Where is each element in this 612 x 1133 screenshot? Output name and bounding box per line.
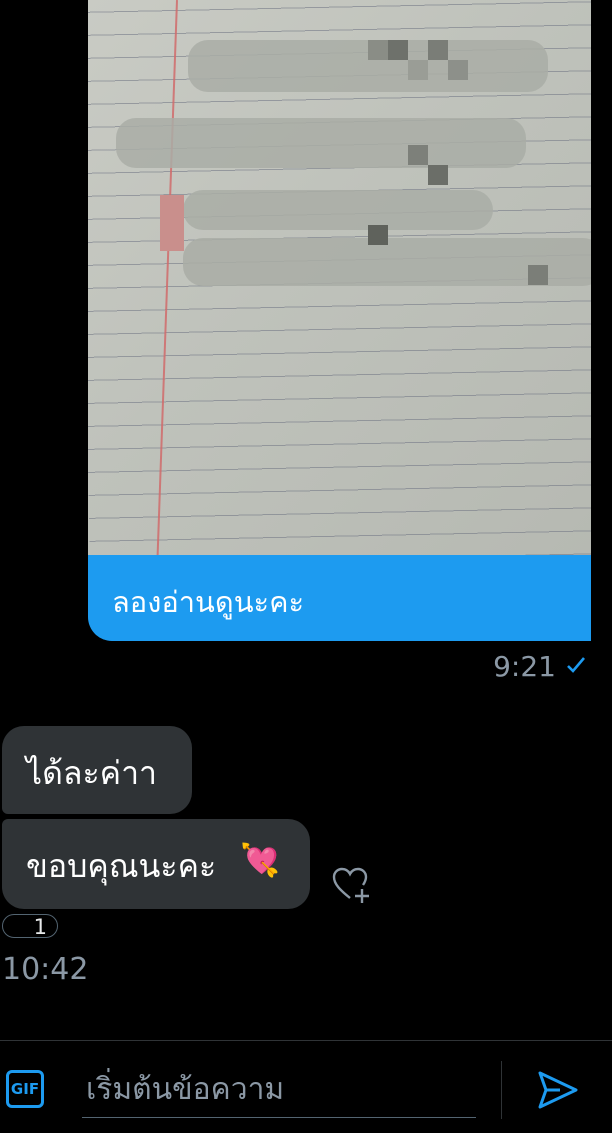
redacted-text — [183, 190, 493, 230]
sent-message-meta: 9:21 — [493, 650, 586, 683]
sent-time: 9:21 — [493, 650, 556, 683]
pixel-block — [408, 145, 428, 165]
reaction-count: 1 — [33, 915, 47, 939]
received-time: 10:42 — [2, 952, 89, 987]
received-message-bubble[interactable]: ได้ละค่าา — [2, 726, 192, 814]
reaction-count-badge[interactable]: 1 — [2, 914, 58, 939]
pixel-block — [368, 225, 388, 245]
redacted-text — [116, 118, 526, 168]
pixel-block — [408, 60, 428, 80]
sent-message-bubble[interactable]: ลองอ่านดูนะคะ — [88, 555, 591, 641]
pixel-block — [428, 165, 448, 185]
pixel-block — [528, 265, 548, 285]
received-message-text: ขอบคุณนะคะ — [26, 847, 217, 885]
message-input[interactable] — [82, 1061, 476, 1118]
pixel-block — [388, 40, 408, 60]
sent-message-text: ลองอ่านดูนะคะ — [112, 585, 305, 619]
gif-button[interactable]: GIF — [6, 1070, 44, 1108]
gif-label: GIF — [10, 1080, 40, 1098]
received-message-bubble[interactable]: ขอบคุณนะคะ 💘 — [2, 819, 310, 909]
heart-arrow-emoji: 💘 — [240, 841, 280, 879]
check-icon — [566, 652, 586, 682]
composer-divider — [501, 1061, 502, 1119]
pixel-block — [160, 195, 184, 251]
received-message-text: ได้ละค่าา — [26, 754, 158, 792]
pixel-block — [448, 60, 468, 80]
send-icon[interactable] — [536, 1069, 580, 1111]
sent-image[interactable] — [88, 0, 591, 555]
pixel-block — [368, 40, 388, 60]
message-composer: GIF — [0, 1040, 612, 1133]
add-reaction-heart-icon[interactable] — [330, 864, 372, 906]
pixel-block — [428, 40, 448, 60]
